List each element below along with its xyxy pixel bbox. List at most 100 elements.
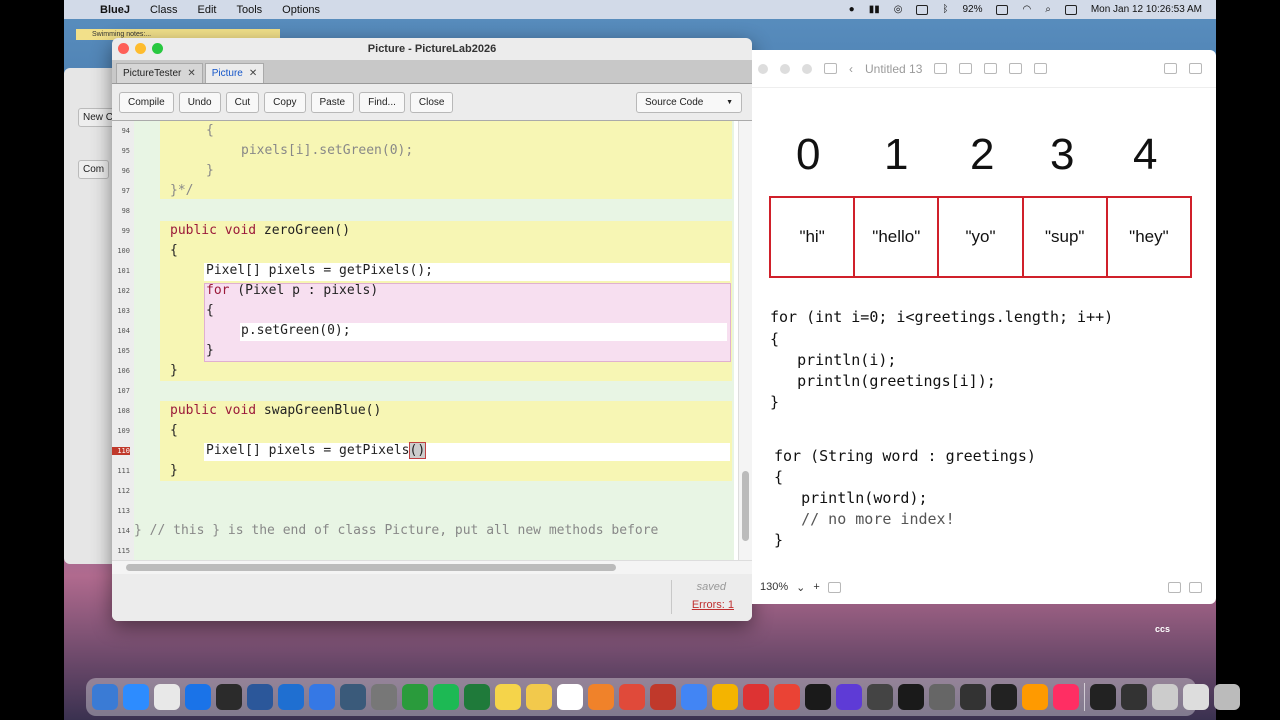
appstore-icon[interactable]: [309, 684, 335, 710]
zoom-window-icon[interactable]: [802, 63, 812, 74]
stickies-icon[interactable]: [526, 684, 552, 710]
horizontal-scrollbar[interactable]: [112, 560, 752, 574]
tab-picturetester[interactable]: PictureTester ✕: [116, 63, 203, 83]
close-tab-icon[interactable]: ✕: [249, 68, 257, 79]
app-menu[interactable]: BlueJ: [100, 4, 130, 16]
chevron-down-icon[interactable]: ⌄: [796, 581, 805, 594]
battery-icon[interactable]: [996, 4, 1009, 15]
find-button[interactable]: Find...: [359, 91, 405, 113]
zoom-window-icon[interactable]: [152, 43, 163, 54]
media-icon[interactable]: [1009, 63, 1023, 74]
menu-class[interactable]: Class: [150, 4, 178, 16]
spotify-icon[interactable]: [433, 684, 459, 710]
screen-mirror-icon[interactable]: [916, 4, 929, 15]
close-tab-icon[interactable]: ✕: [187, 68, 195, 79]
tab-picture[interactable]: Picture ✕: [204, 63, 265, 83]
share-icon[interactable]: [1164, 63, 1177, 74]
illustrator-icon[interactable]: [1022, 684, 1048, 710]
chrome-icon[interactable]: [681, 684, 707, 710]
bluej-icon[interactable]: [650, 684, 676, 710]
undo-button[interactable]: Undo: [178, 91, 221, 113]
battery-percent[interactable]: 92%: [962, 4, 982, 15]
indesign-icon[interactable]: [1053, 684, 1079, 710]
table-icon[interactable]: [934, 63, 948, 74]
zoom-in-icon[interactable]: +: [813, 581, 819, 593]
edit-icon[interactable]: [1189, 63, 1202, 74]
menu-tools[interactable]: Tools: [236, 4, 262, 16]
calendar-icon[interactable]: [774, 684, 800, 710]
scroll-thumb[interactable]: [126, 564, 616, 571]
zoom-icon[interactable]: [123, 684, 149, 710]
view-select[interactable]: Source Code ▼: [636, 91, 742, 113]
fullscreen-icon[interactable]: [1189, 581, 1202, 593]
close-window-icon[interactable]: [758, 63, 768, 74]
code-editor[interactable]: 94 {95 pixels[i].setGreen(0); 96} 97}*/ 98 99 p…: [112, 120, 752, 560]
doc-title: Untitled 13: [865, 61, 923, 76]
airdrop-icon[interactable]: ◎: [894, 4, 903, 15]
format-icon[interactable]: [1168, 581, 1181, 593]
preview-icon[interactable]: [340, 684, 366, 710]
xcode-icon[interactable]: [216, 684, 242, 710]
window-thumb-icon[interactable]: [1121, 684, 1147, 710]
menu-options[interactable]: Options: [282, 4, 320, 16]
array-index: 3: [1050, 130, 1075, 179]
code-line: for (int i=0; i<greetings.length; i++): [770, 308, 1114, 326]
photos-icon[interactable]: [557, 684, 583, 710]
sidebar-icon[interactable]: [824, 63, 837, 74]
transfer-icon[interactable]: [402, 684, 428, 710]
zoom-level[interactable]: 130%: [760, 581, 788, 593]
folder-icon[interactable]: [1034, 63, 1048, 74]
reminders-icon[interactable]: [743, 684, 769, 710]
sublime-icon[interactable]: [588, 684, 614, 710]
terminal-alt-icon[interactable]: [805, 684, 831, 710]
settings-icon[interactable]: [929, 684, 955, 710]
record-icon[interactable]: ●: [849, 4, 855, 15]
imovie-icon[interactable]: [836, 684, 862, 710]
vertical-scrollbar[interactable]: [738, 121, 752, 560]
copy-button[interactable]: Copy: [264, 91, 306, 113]
documents-icon[interactable]: [1183, 684, 1209, 710]
cut-button[interactable]: Cut: [225, 91, 260, 113]
close-button[interactable]: Close: [409, 91, 454, 113]
line-number: 105: [117, 347, 130, 355]
mail-icon[interactable]: [154, 684, 180, 710]
pdf-icon[interactable]: [619, 684, 645, 710]
paste-button[interactable]: Paste: [310, 91, 355, 113]
wifi-icon[interactable]: ◠: [1022, 4, 1031, 15]
menu-edit[interactable]: Edit: [197, 4, 216, 16]
notes-icon[interactable]: [495, 684, 521, 710]
scroll-thumb[interactable]: [742, 471, 749, 541]
compile-button-bg[interactable]: Com: [78, 160, 110, 179]
bbedit-icon[interactable]: [867, 684, 893, 710]
cl-icon[interactable]: [898, 684, 924, 710]
editor-titlebar[interactable]: Picture - PictureLab2026: [112, 38, 752, 60]
script-icon[interactable]: [991, 684, 1017, 710]
bluetooth-icon[interactable]: ᛒ: [942, 4, 948, 15]
minimize-window-icon[interactable]: [135, 43, 146, 54]
minimize-window-icon[interactable]: [780, 63, 790, 74]
fit-icon[interactable]: [827, 581, 841, 593]
clock[interactable]: Mon Jan 12 10:26:53 AM: [1091, 4, 1202, 15]
search-icon[interactable]: ⌕: [1045, 4, 1051, 15]
close-window-icon[interactable]: [118, 43, 129, 54]
errors-link[interactable]: Errors: 1: [692, 599, 734, 611]
text-icon[interactable]: [984, 63, 998, 74]
window-thumb-icon[interactable]: [1090, 684, 1116, 710]
photos-alt-icon[interactable]: [712, 684, 738, 710]
vscode-icon[interactable]: [278, 684, 304, 710]
audio-icon[interactable]: ▮▮: [869, 4, 880, 15]
trash-icon[interactable]: [1214, 684, 1240, 710]
watermark: ccs: [1155, 624, 1171, 634]
compile-button[interactable]: Compile: [119, 91, 174, 113]
utility-icon[interactable]: [371, 684, 397, 710]
utilities-icon[interactable]: [1152, 684, 1178, 710]
terminal-icon[interactable]: [960, 684, 986, 710]
excel-icon[interactable]: [464, 684, 490, 710]
safari-icon[interactable]: [185, 684, 211, 710]
back-icon[interactable]: ‹: [849, 62, 853, 76]
shapes-icon[interactable]: [959, 63, 973, 74]
word-icon[interactable]: [247, 684, 273, 710]
control-center-icon[interactable]: [1064, 4, 1077, 15]
editor-toolbar: Compile Undo Cut Copy Paste Find... Clos…: [112, 84, 752, 120]
finder-icon[interactable]: [92, 684, 118, 710]
